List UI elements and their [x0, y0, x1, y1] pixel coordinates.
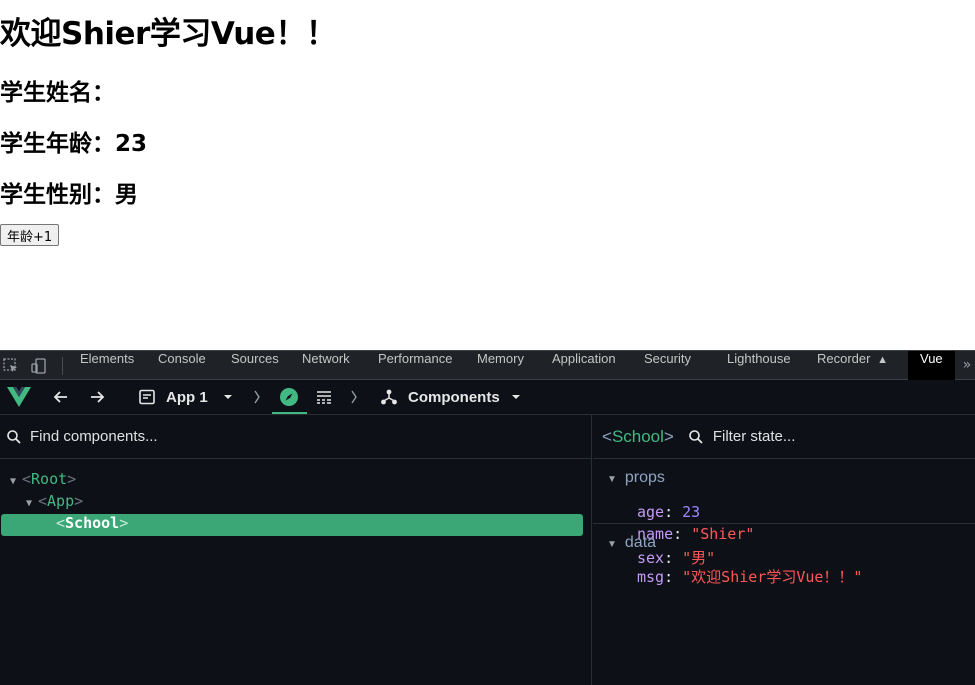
state-inspector-pane: <School> Filter state... ▼ props age: 23 … [593, 415, 975, 685]
component-tree-pane: Find components... ▼ <Root> ▼ <App> <Schoo… [0, 415, 592, 685]
inspect-element-icon[interactable] [2, 357, 20, 375]
search-icon [689, 429, 703, 444]
devtools-tab-bar: Elements Console Sources Network Perform… [0, 350, 975, 380]
find-components-search[interactable]: Find components... [0, 415, 591, 459]
app-selector-label: App 1 [166, 388, 208, 406]
app-window-icon [139, 389, 155, 405]
filter-state-search[interactable]: Filter state... [688, 428, 796, 445]
welcome-title: 欢迎Shier学习Vue！！ [0, 16, 337, 52]
tab-sources[interactable]: Sources [231, 351, 279, 380]
tree-node-app[interactable]: ▼ <App> [26, 492, 83, 514]
filter-state-placeholder: Filter state... [712, 428, 796, 445]
tab-memory[interactable]: Memory [477, 351, 524, 380]
selected-component-name: <School> [602, 426, 674, 446]
collapse-triangle-icon: ▼ [607, 539, 617, 550]
tree-node-label: Root [31, 470, 68, 488]
props-section: ▼ props age: 23 name: "Shier" sex: "男" [593, 469, 975, 567]
flask-icon: ▲ [877, 354, 888, 366]
student-name-heading: 学生姓名： [0, 80, 115, 106]
vue-logo-icon [6, 380, 32, 414]
collapse-triangle-icon: ▼ [607, 474, 617, 485]
forward-arrow-icon[interactable] [88, 380, 106, 414]
tab-performance[interactable]: Performance [378, 351, 452, 380]
tab-recorder[interactable]: Recorder ▲ [817, 351, 888, 380]
breadcrumb-separator-icon [252, 380, 262, 414]
tab-security[interactable]: Security [644, 351, 691, 380]
tree-node-label: School [65, 514, 120, 532]
expand-triangle-icon[interactable]: ▼ [26, 498, 38, 509]
tab-recorder-label: Recorder [817, 351, 871, 366]
student-age-heading: 学生年龄：23 [0, 131, 148, 157]
inspector-compass-icon[interactable] [279, 380, 299, 414]
expand-triangle-icon[interactable]: ▼ [10, 476, 22, 487]
age-increment-button[interactable]: 年龄+1 [0, 224, 60, 246]
components-selector[interactable]: Components [380, 380, 522, 414]
component-tree-icon [381, 389, 397, 405]
prop-age[interactable]: age: 23 [637, 503, 700, 525]
chevron-down-icon [511, 395, 520, 399]
vue-devtools-toolbar: App 1 Components [0, 380, 975, 415]
toolbar-divider [62, 357, 63, 375]
search-icon [7, 429, 21, 444]
back-arrow-icon[interactable] [52, 380, 70, 414]
components-selector-label: Components [408, 388, 500, 406]
breadcrumb-separator-icon [349, 380, 359, 414]
tab-vue[interactable]: Vue [908, 351, 955, 380]
device-toolbar-icon[interactable] [30, 357, 48, 375]
chevron-down-icon [223, 395, 232, 399]
app-selector[interactable]: App 1 [138, 380, 234, 414]
page-content: 欢迎Shier学习Vue！！ 学生姓名： 学生年龄：23 学生性别：男 年龄+1 [0, 0, 975, 350]
tab-elements[interactable]: Elements [80, 351, 134, 380]
devtools-panel: Elements Console Sources Network Perform… [0, 350, 975, 685]
state-inspector-header: <School> Filter state... [593, 415, 975, 459]
find-components-placeholder: Find components... [30, 428, 158, 445]
tree-node-label: App [47, 492, 75, 510]
active-tool-indicator [272, 412, 307, 414]
tab-application[interactable]: Application [552, 351, 616, 380]
data-section-toggle[interactable]: ▼ data [607, 534, 656, 552]
tab-lighthouse[interactable]: Lighthouse [727, 351, 791, 380]
tree-node-school[interactable]: <School> [1, 514, 583, 536]
tab-console[interactable]: Console [158, 351, 206, 380]
data-section: ▼ data msg: "欢迎Shier学习Vue！！" [593, 534, 975, 594]
props-section-toggle[interactable]: ▼ props [607, 469, 665, 487]
more-tabs-icon[interactable]: » [959, 351, 975, 380]
data-msg[interactable]: msg: "欢迎Shier学习Vue！！" [637, 566, 862, 588]
tree-node-root[interactable]: ▼ <Root> [10, 470, 76, 492]
timeline-icon[interactable] [315, 380, 333, 414]
section-divider [593, 523, 975, 524]
student-sex-heading: 学生性别：男 [0, 182, 138, 208]
tab-network[interactable]: Network [302, 351, 350, 380]
